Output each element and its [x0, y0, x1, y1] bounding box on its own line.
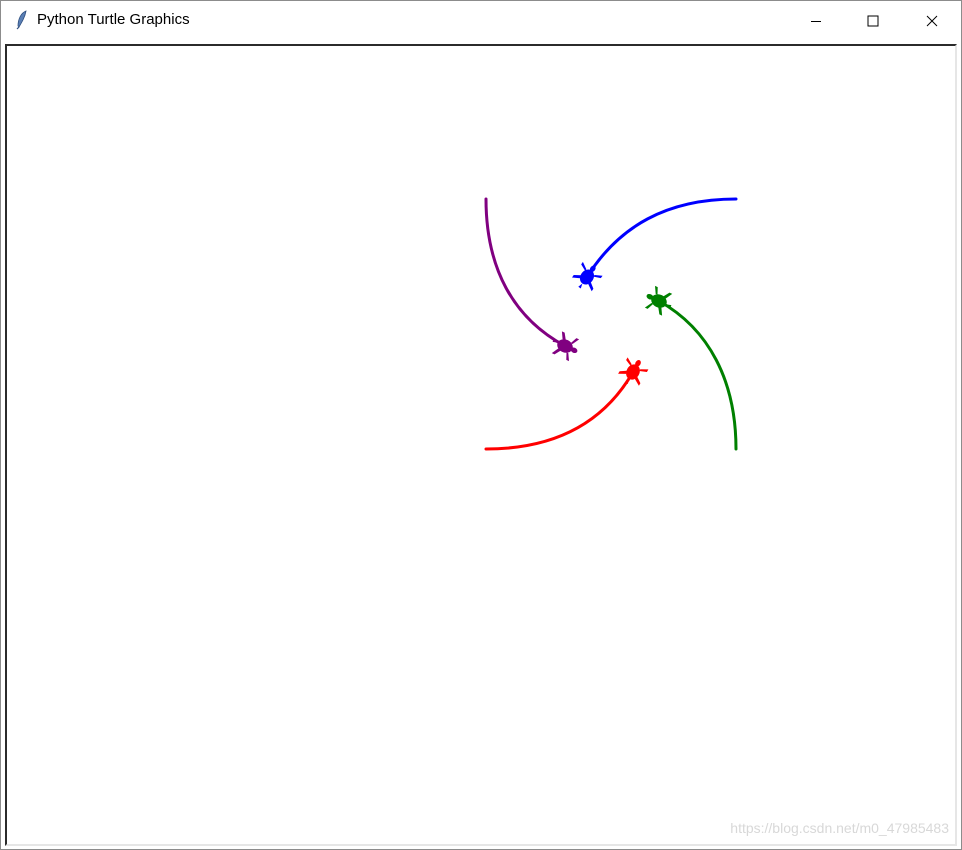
maximize-icon	[867, 15, 879, 26]
red-trail	[484, 370, 635, 451]
watermark-text: https://blog.csdn.net/m0_47985483	[730, 820, 949, 836]
canvas-drawing	[484, 197, 738, 451]
red-turtle	[616, 354, 651, 390]
purple-turtle	[548, 329, 583, 363]
feather-icon	[16, 10, 27, 30]
blue-trail	[585, 197, 738, 279]
minimize-icon	[811, 20, 821, 22]
close-icon	[926, 15, 938, 26]
green-turtle	[641, 284, 676, 318]
minimize-button[interactable]	[787, 1, 845, 40]
purple-trail	[484, 197, 567, 348]
turtle-canvas[interactable]: https://blog.csdn.net/m0_47985483	[5, 44, 957, 846]
turtle-window: Python Turtle Graphics https://blog.csdn…	[0, 0, 962, 850]
close-button[interactable]	[903, 1, 961, 40]
window-title: Python Turtle Graphics	[37, 11, 190, 28]
maximize-button[interactable]	[844, 1, 902, 40]
title-bar[interactable]: Python Turtle Graphics	[1, 1, 961, 40]
green-trail	[657, 299, 738, 451]
blue-turtle	[569, 259, 605, 295]
